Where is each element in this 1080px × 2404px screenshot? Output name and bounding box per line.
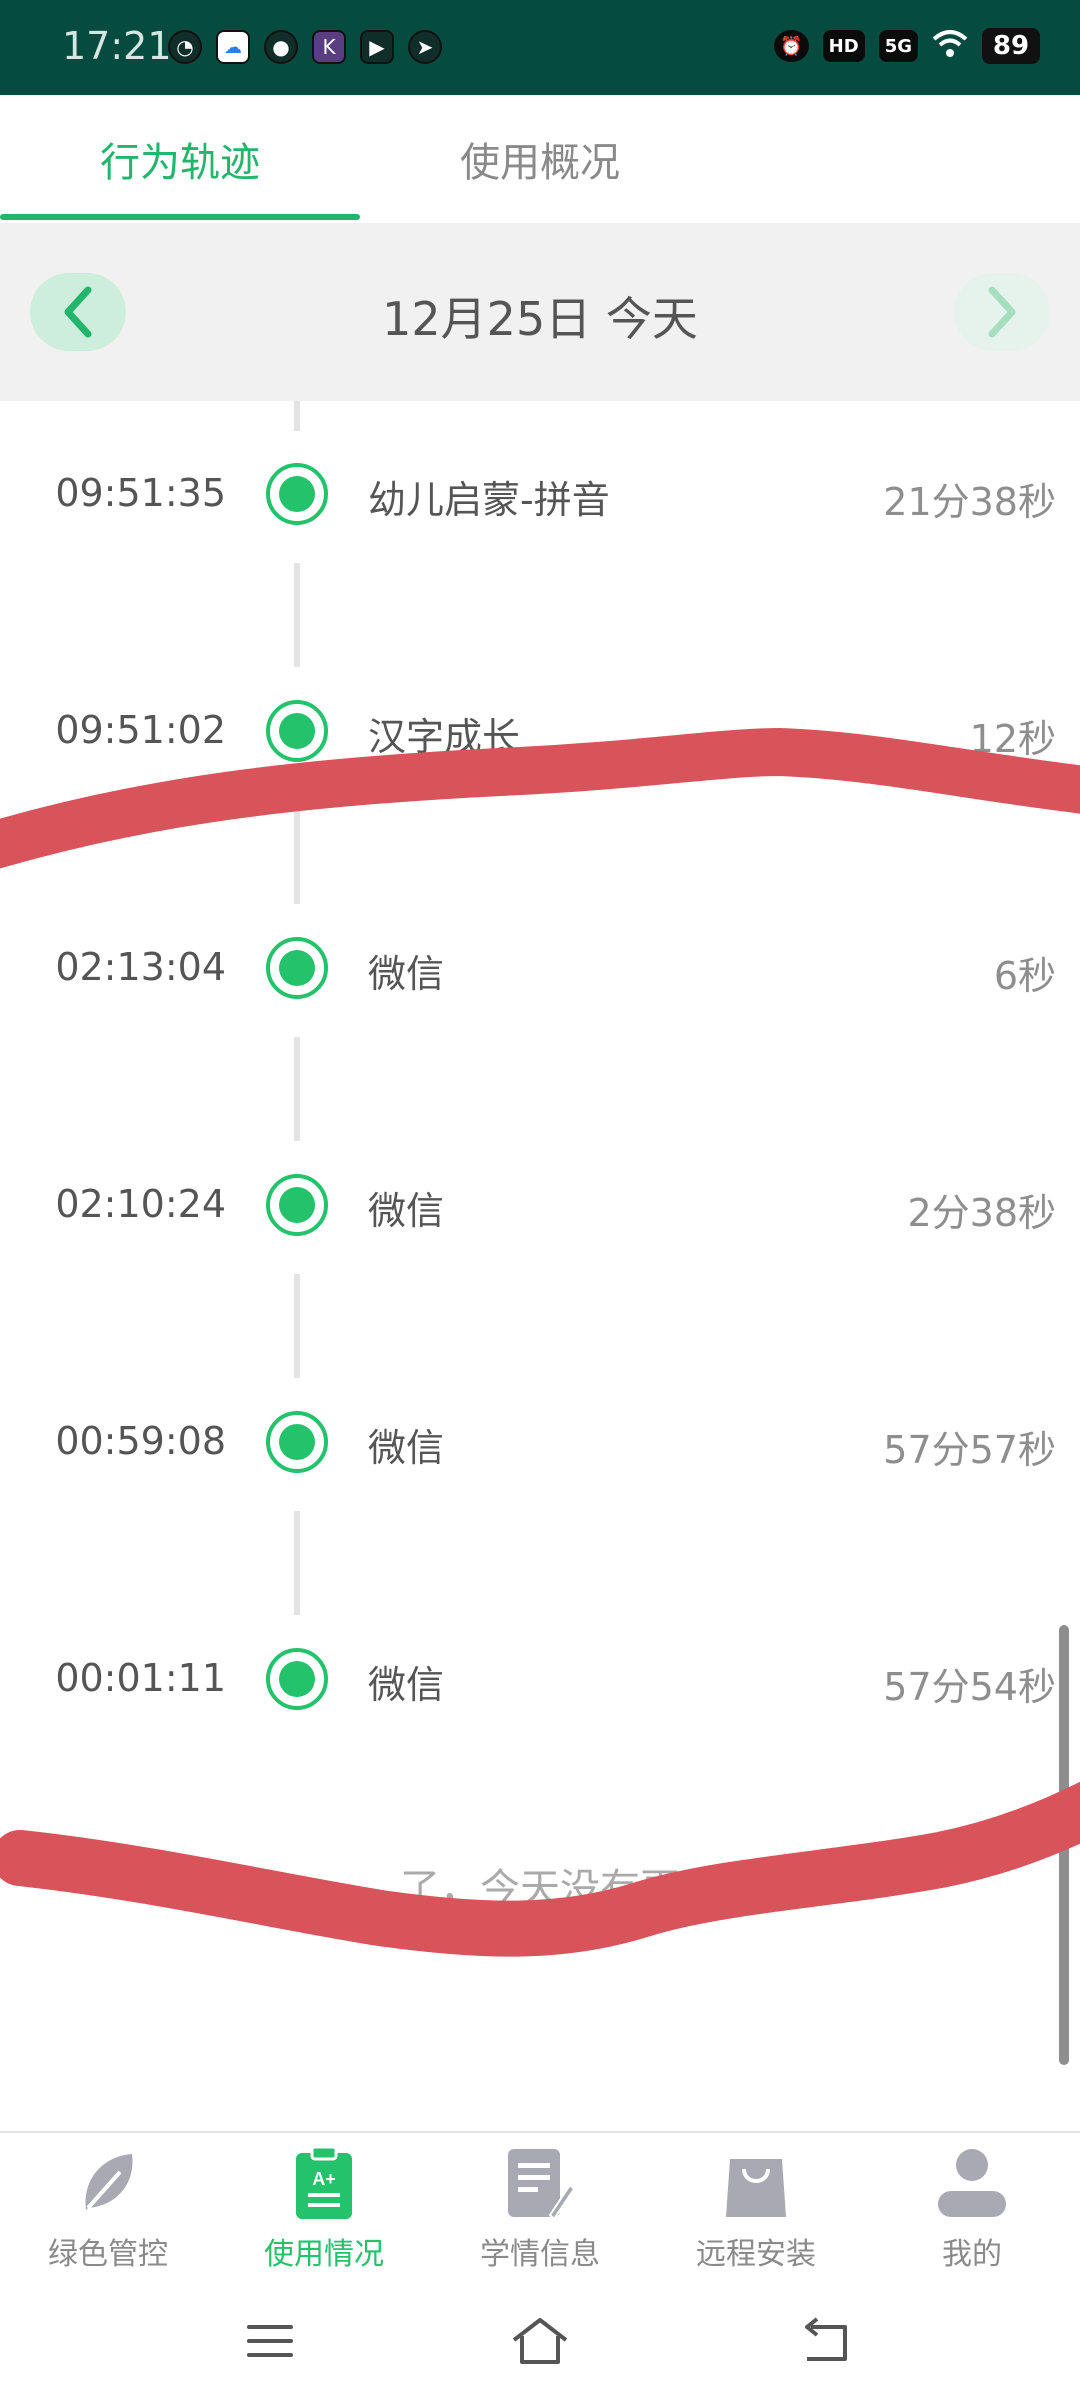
svg-text:A+: A+ bbox=[312, 2169, 336, 2189]
bottom-navigation: 绿色管控 A+ 使用情况 学情信息 远程安装 我的 bbox=[0, 2131, 1080, 2281]
menu-icon bbox=[247, 2325, 293, 2357]
document-pen-icon bbox=[500, 2143, 580, 2223]
nav-label: 绿色管控 bbox=[48, 2237, 168, 2272]
nav-mine[interactable]: 我的 bbox=[864, 2143, 1080, 2283]
menu-button[interactable] bbox=[230, 2311, 310, 2371]
nav-label: 我的 bbox=[942, 2237, 1002, 2272]
nav-green-control[interactable]: 绿色管控 bbox=[0, 2143, 216, 2283]
home-icon bbox=[512, 2318, 568, 2364]
back-button[interactable] bbox=[785, 2311, 865, 2371]
leaf-icon bbox=[68, 2143, 148, 2223]
back-icon bbox=[805, 2317, 847, 2361]
home-button[interactable] bbox=[500, 2311, 580, 2371]
nav-label: 远程安装 bbox=[696, 2237, 816, 2272]
nav-study-info[interactable]: 学情信息 bbox=[432, 2143, 648, 2283]
clipboard-grade-icon: A+ bbox=[284, 2143, 364, 2223]
red-scribble-overlay bbox=[0, 727, 1080, 1957]
app-screen: 17:21 ◔ ☁ ● K ▶ ➤ ⏰ HD 5G 89 行为轨迹 使用概况 1… bbox=[0, 0, 1080, 2404]
shopping-bag-icon bbox=[716, 2143, 796, 2223]
nav-remote-install[interactable]: 远程安装 bbox=[648, 2143, 864, 2283]
nav-usage[interactable]: A+ 使用情况 bbox=[216, 2143, 432, 2283]
system-navigation-bar bbox=[0, 2281, 1080, 2404]
nav-label: 使用情况 bbox=[264, 2237, 384, 2272]
nav-label: 学情信息 bbox=[480, 2237, 600, 2272]
person-icon bbox=[932, 2143, 1012, 2223]
